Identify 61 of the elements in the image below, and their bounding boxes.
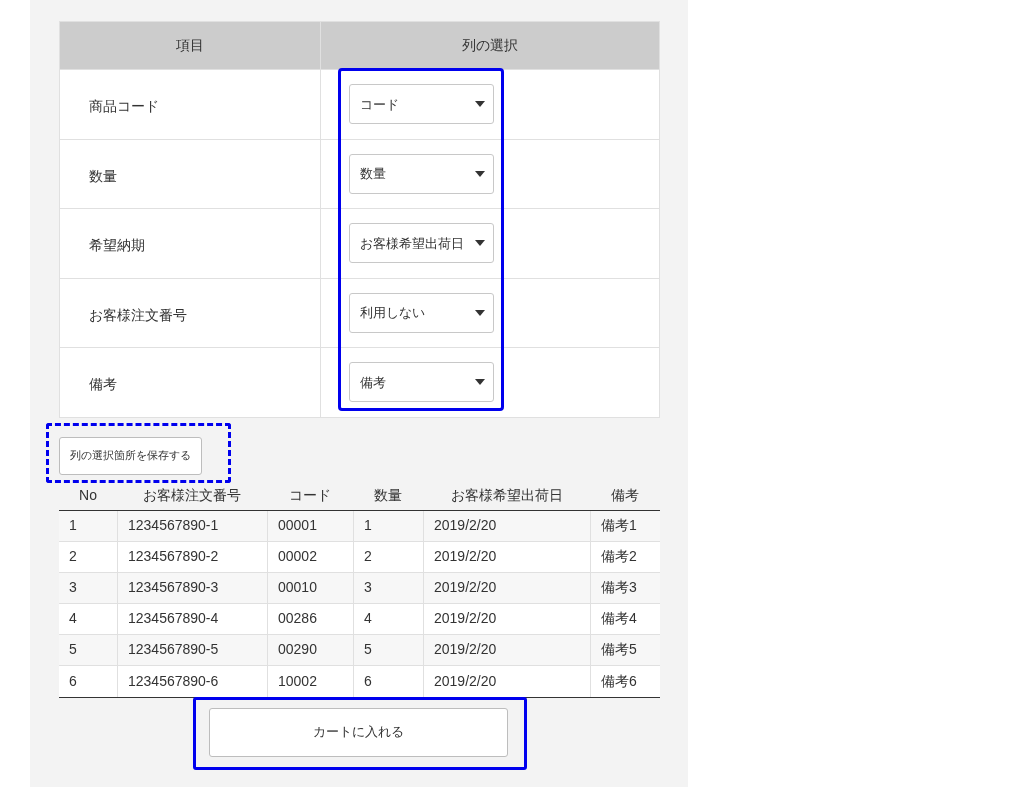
dropdown-caret-icon bbox=[475, 309, 485, 316]
item-label: 希望納期 bbox=[89, 237, 145, 253]
table-cell: 2 bbox=[353, 541, 423, 572]
table-cell: 2019/2/20 bbox=[423, 634, 590, 665]
dropdown-caret-icon bbox=[475, 101, 485, 108]
table-cell: 1234567890-2 bbox=[117, 541, 267, 572]
table-cell-text: 6 bbox=[68, 671, 78, 691]
add-to-cart-button[interactable]: カートに入れる bbox=[209, 707, 508, 757]
table-cell: 2019/2/20 bbox=[423, 603, 590, 634]
table-cell-text: 3 bbox=[68, 578, 78, 597]
table-cell: 00002 bbox=[267, 541, 353, 572]
table-cell: 5 bbox=[353, 634, 423, 665]
dropdown-caret-icon bbox=[475, 170, 485, 177]
column-header: 項目 bbox=[60, 22, 321, 69]
table-cell: 00290 bbox=[267, 634, 353, 665]
table-cell: 1234567890-3 bbox=[117, 572, 267, 603]
dropdown-caret-icon bbox=[475, 379, 485, 386]
column-select[interactable]: お客様希望出荷日 bbox=[349, 223, 494, 264]
table-cell: 備考1 bbox=[590, 510, 660, 541]
save-selection-button[interactable]: 列の選択箇所を保存する bbox=[59, 436, 202, 475]
table-cell: 備考6 bbox=[590, 665, 660, 697]
table-cell: 備考2 bbox=[590, 541, 660, 572]
column-header: コード bbox=[288, 485, 332, 505]
item-label: 備考 bbox=[89, 376, 117, 392]
column-header: 数量 bbox=[373, 485, 403, 505]
column-header: 備考 bbox=[610, 485, 640, 505]
table-cell: 6 bbox=[353, 665, 423, 697]
column-select[interactable]: 利用しない bbox=[349, 292, 494, 333]
table-cell: 3 bbox=[353, 572, 423, 603]
table-cell-text: 1 bbox=[68, 516, 78, 535]
column-select[interactable]: 数量 bbox=[349, 153, 494, 194]
table-cell: 1 bbox=[353, 510, 423, 541]
table-cell: 2019/2/20 bbox=[423, 665, 590, 697]
column-select[interactable]: コード bbox=[349, 84, 494, 125]
table-cell: 10002 bbox=[267, 665, 353, 697]
column-header: No bbox=[78, 485, 98, 505]
item-label: 商品コード bbox=[89, 98, 159, 114]
column-select[interactable]: 備考 bbox=[349, 362, 494, 403]
table-cell: 備考5 bbox=[590, 634, 660, 665]
table-cell: 2019/2/20 bbox=[423, 541, 590, 572]
table-cell: 00286 bbox=[267, 603, 353, 634]
table-cell-text: 4 bbox=[68, 609, 78, 628]
column-header: 列の選択 bbox=[461, 36, 519, 55]
column-header: お客様注文番号 bbox=[142, 485, 242, 505]
table-cell-text: 5 bbox=[68, 640, 78, 659]
column-header: お客様希望出荷日 bbox=[449, 485, 564, 505]
table-cell: 00010 bbox=[267, 572, 353, 603]
table-cell: 4 bbox=[353, 603, 423, 634]
item-label: 数量 bbox=[89, 167, 117, 184]
table-cell: 備考3 bbox=[590, 572, 660, 603]
table-cell: 1234567890-4 bbox=[117, 603, 267, 634]
table-cell: 00001 bbox=[267, 510, 353, 541]
table-cell: 備考4 bbox=[590, 603, 660, 634]
item-label: お客様注文番号 bbox=[89, 306, 187, 323]
dropdown-caret-icon bbox=[475, 240, 485, 247]
table-cell-text: 2 bbox=[68, 547, 78, 566]
table-cell: 1234567890-1 bbox=[117, 510, 267, 541]
table-cell: 2019/2/20 bbox=[423, 572, 590, 603]
table-cell: 2019/2/20 bbox=[423, 510, 590, 541]
table-cell: 1234567890-6 bbox=[117, 665, 267, 697]
table-cell: 1234567890-5 bbox=[117, 634, 267, 665]
